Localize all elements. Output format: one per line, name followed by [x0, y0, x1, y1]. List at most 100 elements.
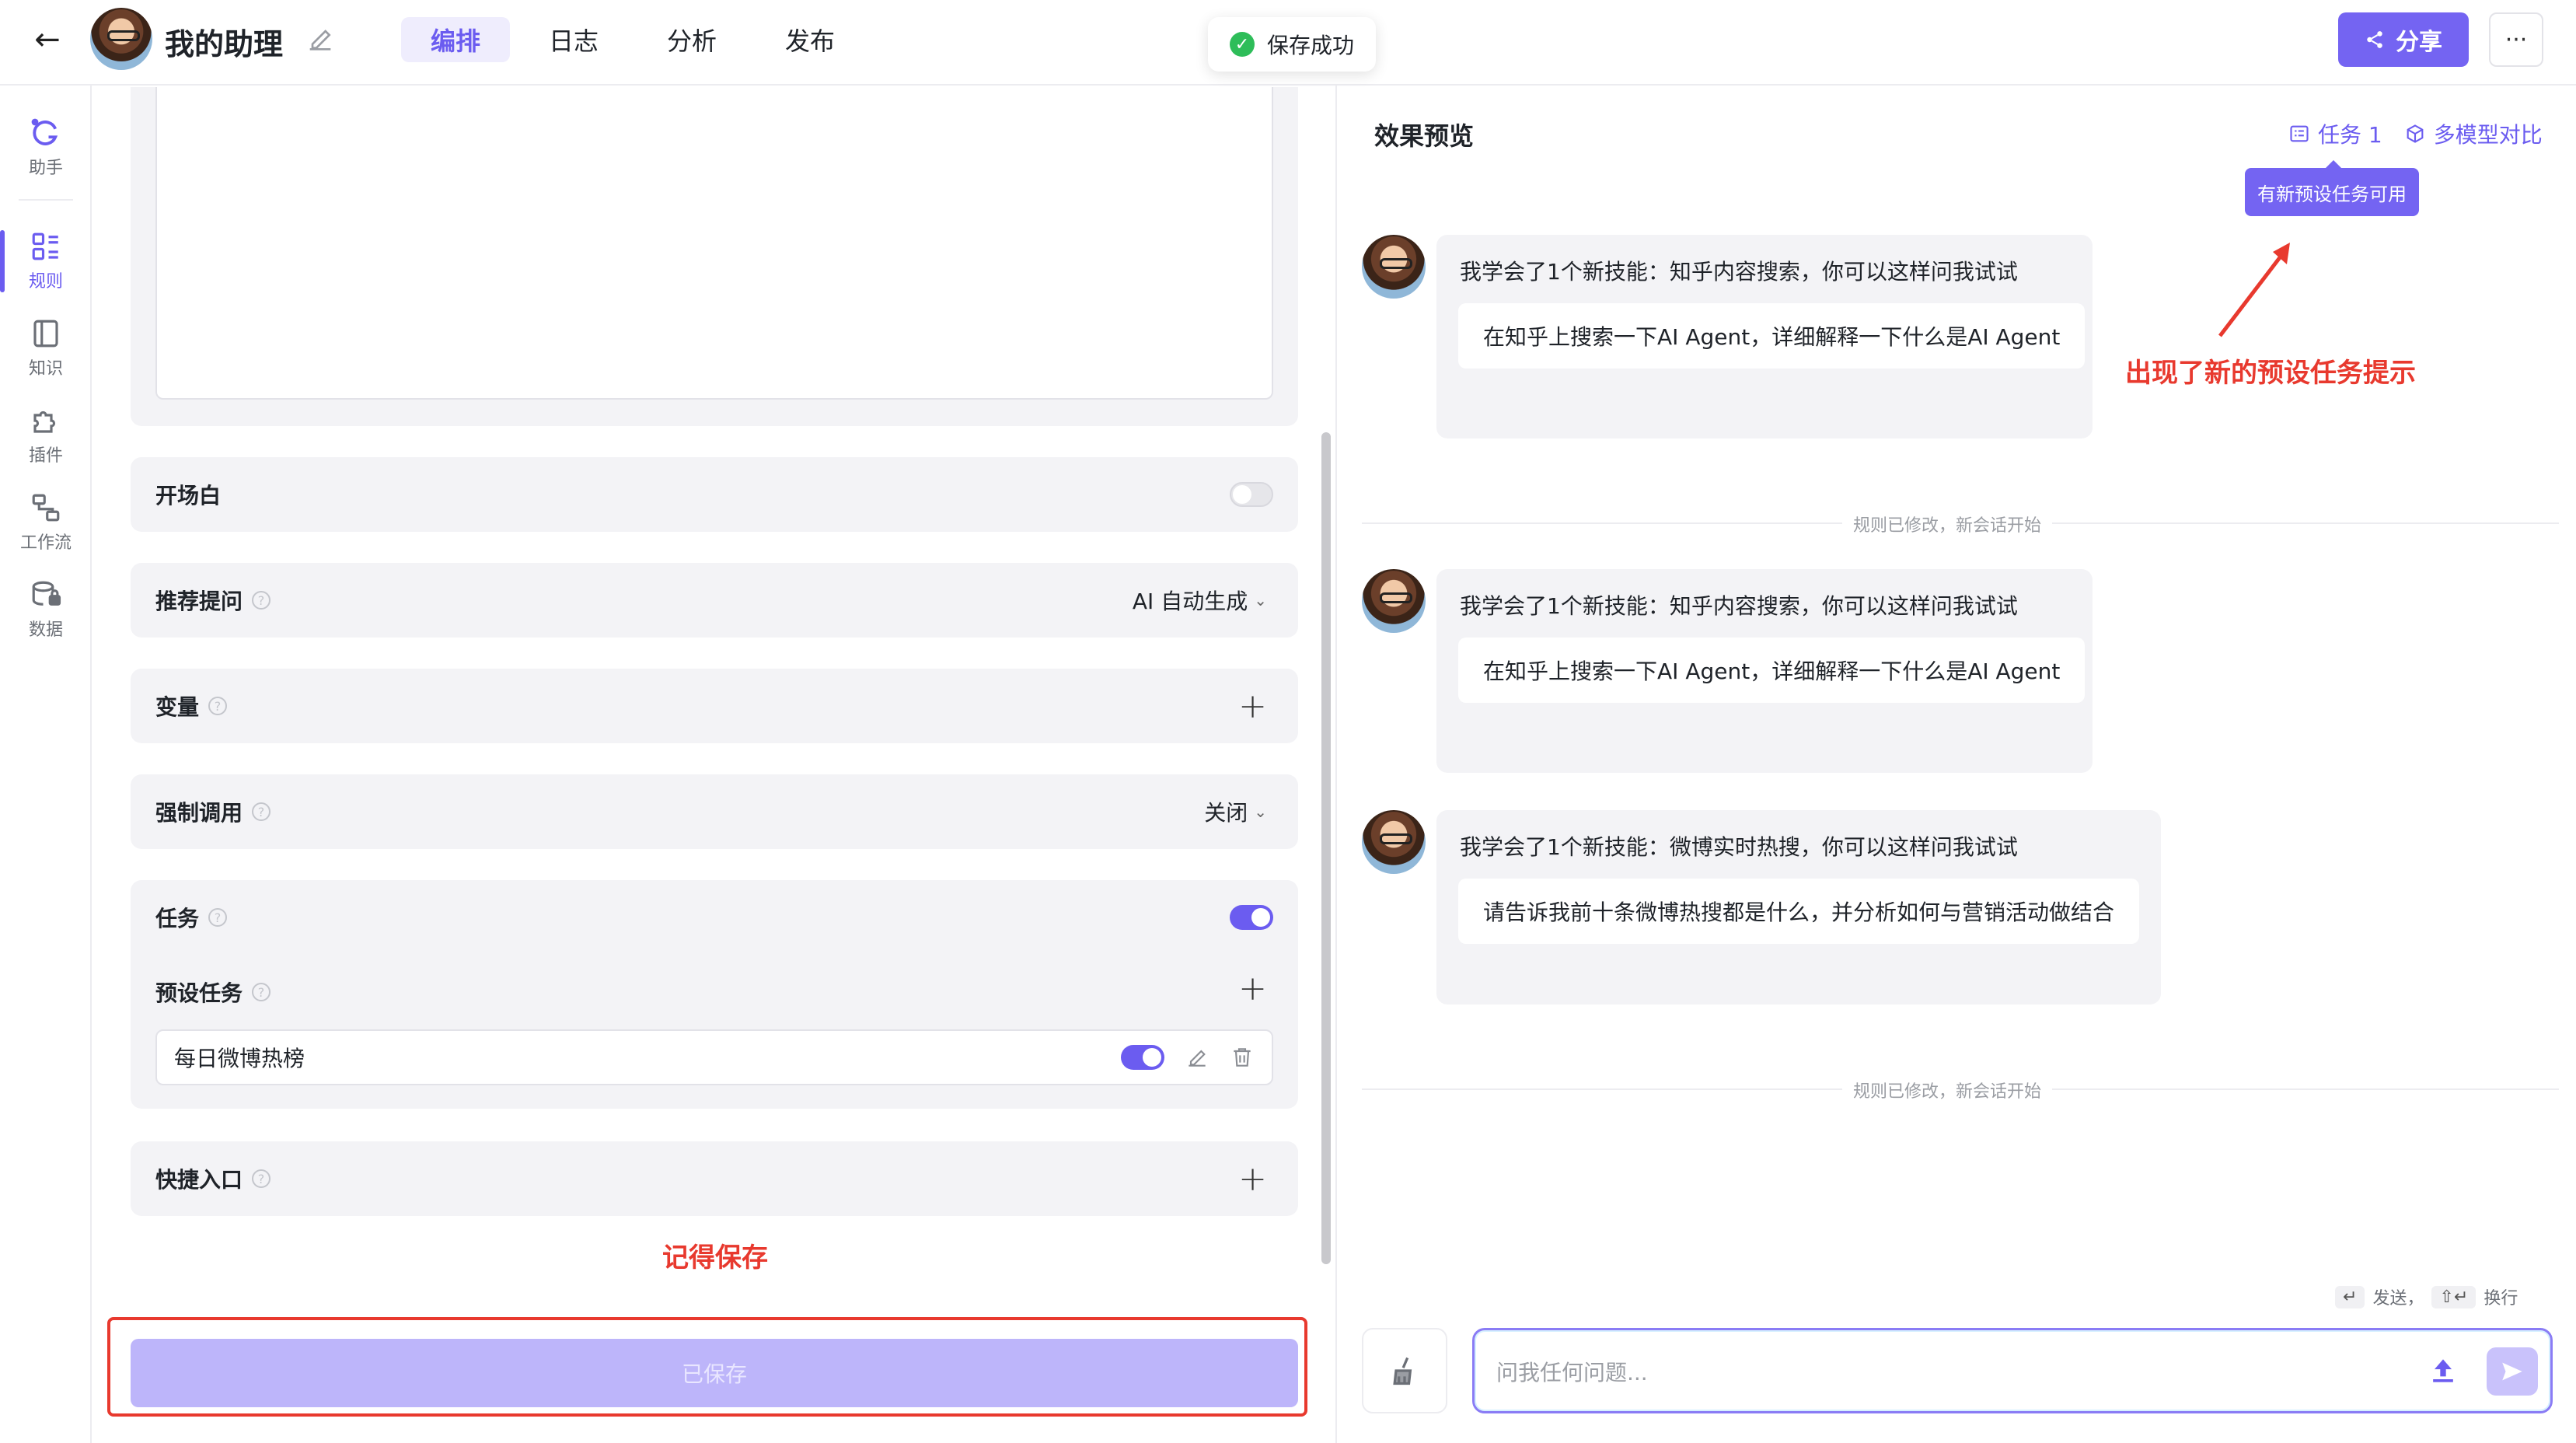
- forced-call-card: 强制调用 ? 关闭 ⌄: [131, 774, 1298, 849]
- message-text: 我学会了1个新技能：知乎内容搜索，你可以这样问我试试: [1460, 259, 2018, 285]
- knowledge-icon: [33, 320, 58, 348]
- suggested-question[interactable]: 在知乎上搜索一下AI Agent，详细解释一下什么是AI Agent: [1458, 638, 2086, 703]
- compare-button-label: 多模型对比: [2433, 122, 2543, 148]
- message-bubble: 我学会了1个新技能：知乎内容搜索，你可以这样问我试试 在知乎上搜索一下AI Ag…: [1436, 235, 2093, 438]
- preset-tasks-label-text: 预设任务: [155, 980, 243, 1006]
- chat-message: 我学会了1个新技能：知乎内容搜索，你可以这样问我试试 在知乎上搜索一下AI Ag…: [1362, 569, 2559, 773]
- chat-input-box: [1472, 1328, 2553, 1413]
- enter-key-icon: ↵: [2335, 1285, 2365, 1308]
- sidebar-item-data[interactable]: 数据: [0, 571, 92, 648]
- send-icon: [2502, 1362, 2522, 1381]
- assistant-avatar: [1362, 810, 1426, 874]
- edit-title-icon[interactable]: [305, 23, 336, 54]
- rules-icon: [32, 232, 58, 260]
- shortcut-card: 快捷入口 ? +: [131, 1141, 1298, 1216]
- multi-model-compare-button[interactable]: 多模型对比: [2404, 118, 2543, 149]
- message-bubble: 我学会了1个新技能：微博实时热搜，你可以这样问我试试 请告诉我前十条微博热搜都是…: [1436, 810, 2161, 1005]
- suggested-label: 推荐提问 ?: [155, 563, 271, 638]
- system-notice: 规则已修改，新会话开始: [1842, 512, 2053, 536]
- preset-task-actions: [1121, 1031, 1255, 1084]
- message-bubble: 我学会了1个新技能：知乎内容搜索，你可以这样问我试试 在知乎上搜索一下AI Ag…: [1436, 569, 2093, 773]
- help-icon[interactable]: ?: [208, 697, 228, 715]
- variables-label: 变量 ?: [155, 669, 228, 743]
- save-success-toast: ✓ 保存成功: [1208, 17, 1377, 72]
- top-bar: ← 我的助理 编排 日志 分析 发布 ✓ 保存成功 分享 ···: [0, 0, 2576, 86]
- sidebar-item-rules[interactable]: 规则: [0, 222, 92, 300]
- trash-icon[interactable]: [1230, 1045, 1255, 1070]
- suggested-dropdown[interactable]: AI 自动生成 ⌄: [1133, 563, 1267, 638]
- task-button[interactable]: 任务 1: [2288, 118, 2382, 149]
- saved-button[interactable]: 已保存: [131, 1339, 1298, 1407]
- preview-actions: 任务 1 多模型对比: [2288, 118, 2543, 149]
- tab-analytics[interactable]: 分析: [637, 17, 746, 62]
- sidebar-item-workflow[interactable]: 工作流: [0, 484, 92, 561]
- suggested-questions-card: 推荐提问 ? AI 自动生成 ⌄: [131, 563, 1298, 638]
- suggested-question[interactable]: 在知乎上搜索一下AI Agent，详细解释一下什么是AI Agent: [1458, 303, 2086, 369]
- share-label: 分享: [2396, 29, 2442, 56]
- variables-card: 变量 ? +: [131, 669, 1298, 743]
- tasks-row: 任务 ?: [155, 880, 1273, 955]
- forced-call-label-text: 强制调用: [155, 800, 243, 826]
- opening-toggle[interactable]: [1230, 482, 1273, 507]
- share-button[interactable]: 分享: [2338, 12, 2469, 67]
- sidebar-label-workflow: 工作流: [19, 533, 72, 553]
- help-icon[interactable]: ?: [252, 983, 271, 1001]
- assistant-icon: [31, 118, 58, 145]
- add-variable-button[interactable]: +: [1238, 669, 1267, 743]
- task-list-icon: [2290, 125, 2309, 142]
- suggested-value: AI 自动生成: [1132, 589, 1248, 614]
- message-text: 我学会了1个新技能：微博实时热搜，你可以这样问我试试: [1460, 834, 2018, 860]
- suggested-label-text: 推荐提问: [155, 589, 243, 614]
- forced-call-dropdown[interactable]: 关闭 ⌄: [1204, 774, 1267, 849]
- upload-icon[interactable]: [2426, 1354, 2460, 1388]
- config-scrollbar[interactable]: [1321, 432, 1331, 1264]
- plus-icon: +: [1238, 686, 1267, 726]
- message-text: 我学会了1个新技能：知乎内容搜索，你可以这样问我试试: [1460, 593, 2018, 619]
- preview-title: 效果预览: [1374, 121, 1475, 151]
- assistant-avatar: [90, 8, 152, 70]
- tasks-label: 任务 ?: [155, 880, 228, 955]
- sidebar-label-knowledge: 知识: [28, 359, 63, 379]
- clear-chat-button[interactable]: [1362, 1328, 1447, 1413]
- help-icon[interactable]: ?: [252, 802, 271, 821]
- send-button[interactable]: [2487, 1347, 2538, 1396]
- suggested-question[interactable]: 请告诉我前十条微博热搜都是什么，并分析如何与营销活动做结合: [1458, 879, 2140, 944]
- preset-task-item[interactable]: 每日微博热榜: [155, 1029, 1273, 1085]
- preset-task-toggle[interactable]: [1121, 1045, 1164, 1070]
- hint-send: 发送，: [2372, 1289, 2424, 1308]
- sidebar-item-assistant[interactable]: 助手: [0, 109, 92, 187]
- new-task-tooltip: 有新预设任务可用: [2245, 160, 2419, 216]
- workflow-icon: [32, 494, 60, 522]
- tasks-card: 任务 ? 预设任务 ? + 每日微博热榜: [131, 880, 1298, 1109]
- preset-tasks-row: 预设任务 ? +: [155, 955, 1273, 1029]
- help-icon[interactable]: ?: [208, 908, 228, 927]
- more-options-button[interactable]: ···: [2489, 12, 2543, 67]
- data-locked-icon: [32, 581, 61, 606]
- chat-input[interactable]: [1496, 1354, 2351, 1391]
- tab-publish[interactable]: 发布: [756, 17, 864, 62]
- prompt-editor[interactable]: [155, 87, 1273, 400]
- edit-icon[interactable]: [1185, 1045, 1209, 1070]
- tasks-toggle[interactable]: [1230, 905, 1273, 930]
- tasks-label-text: 任务: [155, 906, 200, 931]
- sidebar-divider: [19, 199, 73, 201]
- preset-tasks-label: 预设任务 ?: [155, 955, 271, 1029]
- task-button-label: 任务 1: [2318, 122, 2382, 148]
- preset-task-name: 每日微博热榜: [174, 1046, 305, 1071]
- panel-divider: [1335, 86, 1337, 1443]
- shortcut-label-text: 快捷入口: [155, 1167, 243, 1193]
- sidebar-label-data: 数据: [28, 620, 63, 640]
- add-preset-task-button[interactable]: +: [1238, 969, 1267, 1008]
- back-arrow-icon[interactable]: ←: [26, 19, 68, 61]
- tab-orchestrate[interactable]: 编排: [401, 17, 511, 62]
- add-shortcut-button[interactable]: +: [1238, 1141, 1267, 1216]
- sidebar-label-assistant: 助手: [28, 159, 63, 178]
- sidebar-item-plugins[interactable]: 插件: [0, 397, 92, 474]
- system-notice: 规则已修改，新会话开始: [1842, 1078, 2053, 1102]
- tab-logs[interactable]: 日志: [519, 17, 628, 62]
- sidebar-item-knowledge[interactable]: 知识: [0, 309, 92, 387]
- variables-label-text: 变量: [155, 694, 200, 720]
- chevron-down-icon: ⌄: [1254, 591, 1267, 610]
- help-icon[interactable]: ?: [252, 1169, 271, 1188]
- help-icon[interactable]: ?: [252, 591, 271, 610]
